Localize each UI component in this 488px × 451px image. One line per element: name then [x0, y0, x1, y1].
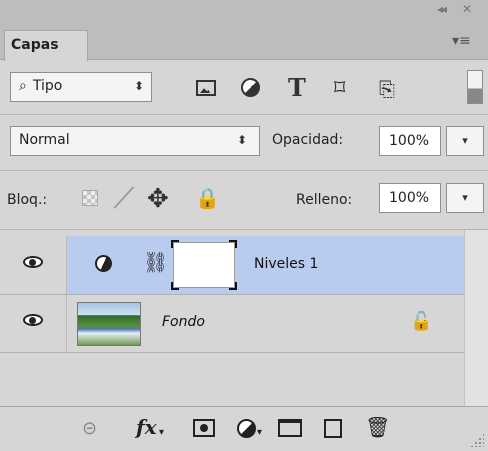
row-divider: [0, 352, 464, 353]
fill-dropdown-button[interactable]: ▾: [446, 183, 484, 213]
layer-name[interactable]: Niveles 1: [254, 256, 318, 272]
layers-panel: ◂◂ ✕ Capas ▾≡ ⌕ Tipo ⬍ T ⌑ ⎘ Normal ⬍ Opa…: [0, 0, 488, 451]
visibility-cell[interactable]: [0, 294, 67, 352]
layer-mask-thumbnail[interactable]: [171, 240, 237, 290]
panel-menu-icon[interactable]: ▾≡: [452, 33, 471, 49]
close-icon[interactable]: ✕: [462, 2, 472, 16]
shape-filter-icon[interactable]: ⌑: [334, 76, 345, 101]
visibility-cell[interactable]: [0, 236, 67, 294]
scrollbar-track[interactable]: [464, 230, 488, 406]
layers-list: ⛓ Niveles 1 Fondo 🔓: [0, 230, 488, 406]
delete-icon[interactable]: 🗑: [365, 415, 390, 439]
divider: [0, 170, 488, 171]
caret-icon: ▾: [257, 427, 263, 438]
panel-title-strip: ◂◂ ✕: [0, 0, 488, 24]
fx-icon[interactable]: fx: [136, 415, 157, 439]
search-icon: ⌕: [19, 78, 27, 94]
filter-kind-select[interactable]: ⌕ Tipo ⬍: [10, 72, 152, 102]
layers-footer-toolbar: ⊝ fx ▾ ▾ 🗑: [0, 406, 488, 451]
row-divider: [0, 294, 464, 295]
resize-grip[interactable]: [470, 433, 484, 447]
layer-name[interactable]: Fondo: [162, 314, 205, 330]
adjustment-filter-icon[interactable]: [241, 78, 260, 97]
divider: [0, 114, 488, 115]
type-filter-icon[interactable]: T: [288, 73, 306, 102]
layer-row-fondo[interactable]: Fondo 🔓: [0, 294, 488, 352]
filter-kind-label: Tipo: [32, 78, 63, 94]
eye-icon[interactable]: [23, 314, 43, 326]
spinner-icon: ⬍: [134, 79, 145, 93]
spinner-icon: ⬍: [237, 133, 248, 147]
filter-toggle-switch[interactable]: [467, 70, 483, 104]
blend-mode-select[interactable]: Normal ⬍: [10, 126, 260, 156]
lock-pixels-icon[interactable]: ╱: [114, 185, 133, 213]
tab-bar: Capas ▾≡: [0, 24, 488, 61]
lock-position-icon[interactable]: ✥: [147, 184, 169, 214]
layer-row-niveles[interactable]: ⛓ Niveles 1: [0, 236, 488, 294]
adjustment-layer-icon: [92, 252, 115, 275]
new-adjustment-icon[interactable]: [237, 419, 256, 438]
add-mask-icon[interactable]: [193, 419, 215, 437]
opacity-input[interactable]: 100%: [379, 126, 441, 156]
lock-label: Bloq.:: [7, 192, 48, 208]
new-group-icon[interactable]: [278, 419, 302, 437]
collapse-icon[interactable]: ◂◂: [437, 2, 447, 16]
link-icon[interactable]: ⛓: [143, 250, 168, 274]
caret-icon: ▾: [159, 427, 165, 438]
link-layers-icon[interactable]: ⊝: [82, 418, 97, 439]
tab-capas[interactable]: Capas: [4, 30, 88, 61]
lock-icon[interactable]: 🔓: [410, 311, 432, 332]
opacity-dropdown-button[interactable]: ▾: [446, 126, 484, 156]
lock-all-icon[interactable]: 🔒: [195, 186, 220, 210]
layer-thumbnail[interactable]: [77, 302, 141, 346]
smart-object-filter-icon[interactable]: ⎘: [379, 77, 395, 101]
new-layer-icon[interactable]: [324, 419, 342, 438]
blend-mode-value: Normal: [19, 132, 70, 148]
eye-icon[interactable]: [23, 256, 43, 268]
fill-label: Relleno:: [296, 192, 353, 208]
lock-transparent-icon[interactable]: [82, 190, 98, 206]
image-filter-icon[interactable]: [196, 80, 216, 96]
opacity-label: Opacidad:: [272, 132, 344, 148]
fill-input[interactable]: 100%: [379, 183, 441, 213]
